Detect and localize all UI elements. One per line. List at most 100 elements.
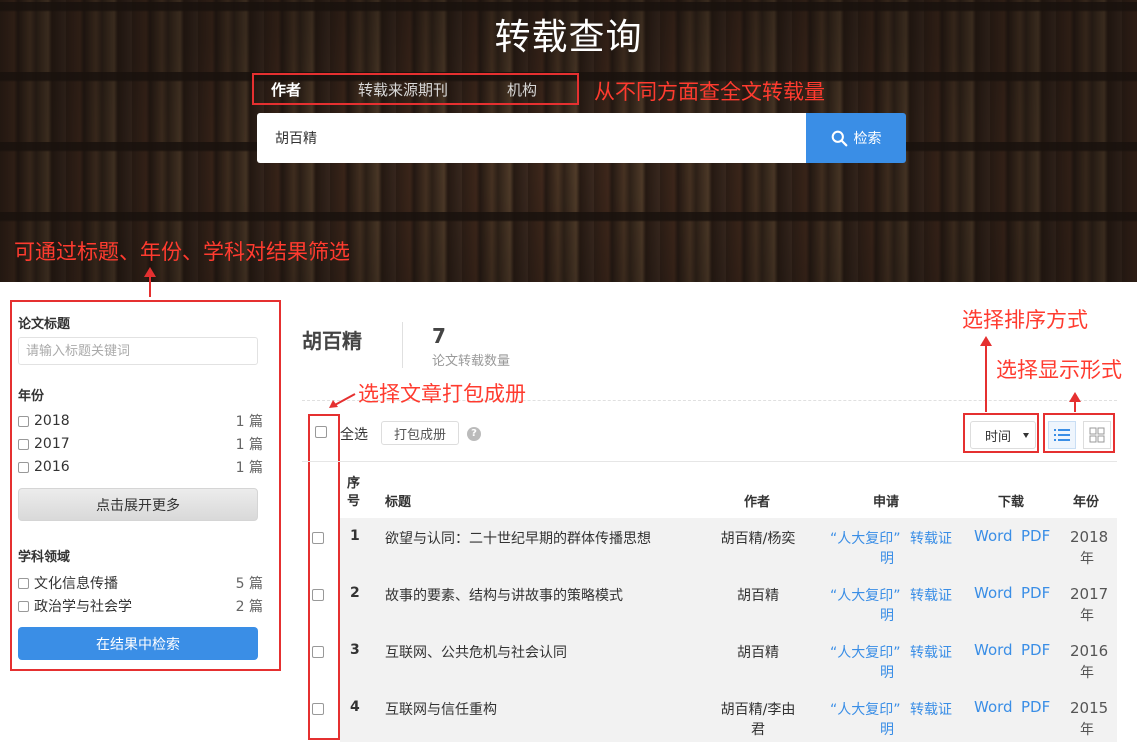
subject-option-label: 政治学与社会学 xyxy=(34,599,132,615)
column-header-title: 标题 xyxy=(385,495,412,510)
page-title: 转载查询 xyxy=(494,17,643,58)
column-header-apply: 申请 xyxy=(873,495,900,510)
subject-option-count: 5 篇 xyxy=(235,576,263,592)
filter-sidebar: 论文标题 年份 2018 1 篇 2017 1 篇 2016 1 篇 点击展开更… xyxy=(10,300,281,671)
annotation-pack-note: 选择文章打包成册 xyxy=(358,382,526,406)
subject-option[interactable]: 文化信息传播 5 篇 xyxy=(18,574,263,592)
year-option[interactable]: 2018 1 篇 xyxy=(18,412,263,430)
tab-author[interactable]: 作者 xyxy=(271,79,301,100)
row-checkbox[interactable] xyxy=(312,703,324,715)
download-pdf-link[interactable]: PDF xyxy=(1021,527,1050,545)
article-year: 2015 xyxy=(1070,699,1109,717)
year-option[interactable]: 2017 1 篇 xyxy=(18,435,263,453)
subject-option[interactable]: 政治学与社会学 2 篇 xyxy=(18,597,263,615)
annotation-arrow-filter xyxy=(144,267,156,297)
download-pdf-link[interactable]: PDF xyxy=(1021,698,1050,716)
apply-link[interactable]: “人大复印” xyxy=(830,528,901,548)
column-header-index: 号 xyxy=(347,494,361,509)
sort-select-value: 时间 xyxy=(985,429,1012,445)
tab-institution[interactable]: 机构 xyxy=(507,79,537,100)
row-checkbox[interactable] xyxy=(312,532,324,544)
article-author: 胡百精/杨奕 xyxy=(720,531,796,547)
grid-view-icon xyxy=(1089,427,1105,443)
column-header-author: 作者 xyxy=(744,495,771,510)
reprint-cert-link[interactable]: 转载证 xyxy=(910,528,952,548)
article-title[interactable]: 互联网与信任重构 xyxy=(385,699,497,719)
reprint-count-label: 论文转载数量 xyxy=(432,354,511,369)
expand-more-button[interactable]: 点击展开更多 xyxy=(18,488,258,521)
article-author: 胡百精/李由 xyxy=(720,702,796,718)
year-option-count: 1 篇 xyxy=(235,460,263,476)
reprint-cert-link[interactable]: 转载证 xyxy=(910,585,952,605)
annotation-arrow-pack xyxy=(329,393,356,408)
apply-link[interactable]: 明 xyxy=(880,662,894,682)
annotation-filter-note: 可通过标题、年份、学科对结果筛选 xyxy=(14,240,350,264)
help-icon[interactable]: ? xyxy=(467,427,481,441)
divider xyxy=(302,461,1117,462)
select-all-checkbox[interactable] xyxy=(315,426,327,438)
search-button-label: 检索 xyxy=(853,131,882,147)
list-view-button[interactable] xyxy=(1048,421,1076,449)
apply-link[interactable]: “人大复印” xyxy=(830,642,901,662)
annotation-sort-note: 选择排序方式 xyxy=(962,308,1088,332)
year-option-label: 2017 xyxy=(34,436,70,452)
subject-filter-heading: 学科领域 xyxy=(18,550,71,565)
search-in-results-button[interactable]: 在结果中检索 xyxy=(18,627,258,660)
article-author: 胡百精 xyxy=(737,645,779,661)
grid-view-button[interactable] xyxy=(1083,421,1111,449)
title-filter-heading: 论文标题 xyxy=(18,317,71,332)
annotation-arrow-display xyxy=(1069,392,1081,412)
divider xyxy=(402,322,403,368)
article-year: 2018 xyxy=(1070,528,1109,546)
download-word-link[interactable]: Word xyxy=(974,698,1013,716)
row-number: 2 xyxy=(350,585,360,601)
apply-link[interactable]: 明 xyxy=(880,548,894,568)
column-header-year: 年份 xyxy=(1073,495,1100,510)
article-title[interactable]: 故事的要素、结构与讲故事的策略模式 xyxy=(385,585,623,605)
row-number: 3 xyxy=(350,642,360,658)
checkbox[interactable] xyxy=(18,415,29,427)
row-checkbox[interactable] xyxy=(312,646,324,658)
annotation-tabs-note: 从不同方面查全文转载量 xyxy=(594,80,825,104)
year-filter-heading: 年份 xyxy=(18,389,45,404)
download-word-link[interactable]: Word xyxy=(974,641,1013,659)
apply-link[interactable]: 明 xyxy=(880,719,894,739)
tab-source-journal[interactable]: 转载来源期刊 xyxy=(358,79,448,100)
reprint-cert-link[interactable]: 转载证 xyxy=(910,699,952,719)
download-pdf-link[interactable]: PDF xyxy=(1021,641,1050,659)
article-author: 君 xyxy=(751,722,765,738)
checkbox[interactable] xyxy=(18,461,29,473)
search-button[interactable]: 检索 xyxy=(806,113,906,163)
pack-button[interactable]: 打包成册 xyxy=(381,421,459,445)
reprint-cert-link[interactable]: 转载证 xyxy=(910,642,952,662)
sort-select[interactable]: 时间 xyxy=(970,421,1036,449)
download-word-link[interactable]: Word xyxy=(974,584,1013,602)
checkbox[interactable] xyxy=(18,577,29,589)
year-option-count: 1 篇 xyxy=(235,437,263,453)
download-word-link[interactable]: Word xyxy=(974,527,1013,545)
search-type-tabs: 作者 转载来源期刊 机构 xyxy=(252,73,579,105)
apply-link[interactable]: 明 xyxy=(880,605,894,625)
article-title[interactable]: 互联网、公共危机与社会认同 xyxy=(385,642,567,662)
result-author-name: 胡百精 xyxy=(302,329,362,353)
year-option-label: 2018 xyxy=(34,413,70,429)
article-year: 年 xyxy=(1080,665,1094,681)
select-all-label[interactable]: 全选 xyxy=(340,424,368,444)
search-input[interactable] xyxy=(257,113,806,163)
year-option-label: 2016 xyxy=(34,459,70,475)
article-year: 年 xyxy=(1080,551,1094,567)
annotation-display-note: 选择显示形式 xyxy=(996,358,1122,382)
download-pdf-link[interactable]: PDF xyxy=(1021,584,1050,602)
checkbox[interactable] xyxy=(18,438,29,450)
title-keyword-input[interactable] xyxy=(18,337,258,365)
column-header-download: 下载 xyxy=(998,495,1025,510)
subject-option-count: 2 篇 xyxy=(235,599,263,615)
row-number: 4 xyxy=(350,699,360,715)
apply-link[interactable]: “人大复印” xyxy=(830,699,901,719)
year-option[interactable]: 2016 1 篇 xyxy=(18,458,263,476)
article-title[interactable]: 欲望与认同：二十世纪早期的群体传播思想 xyxy=(385,528,651,548)
row-checkbox[interactable] xyxy=(312,589,324,601)
checkbox[interactable] xyxy=(18,600,29,612)
apply-link[interactable]: “人大复印” xyxy=(830,585,901,605)
article-year: 2016 xyxy=(1070,642,1109,660)
